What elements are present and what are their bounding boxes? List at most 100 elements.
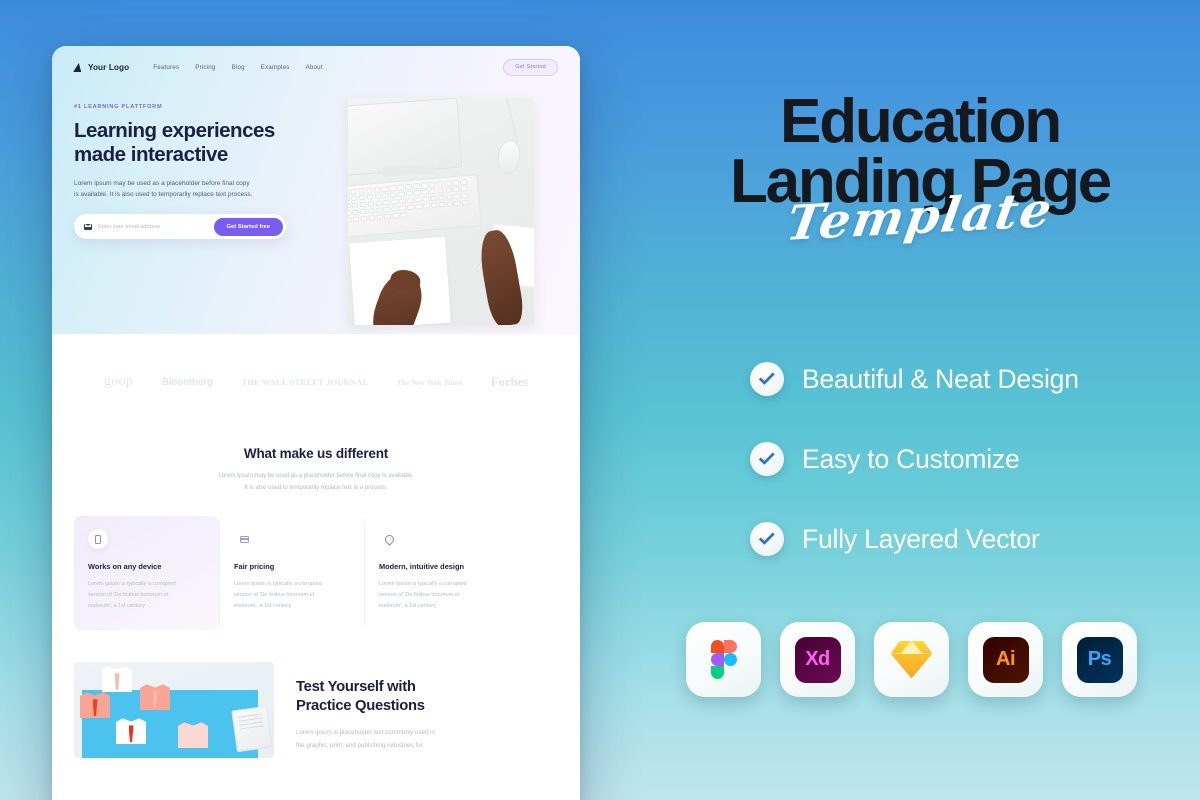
hero-heading-line1: Learning experiences bbox=[74, 119, 275, 142]
feature-card-device[interactable]: Works on any device Lorem ipsum is typic… bbox=[74, 516, 219, 631]
hero-paragraph-line2: is available. It is also used to tempora… bbox=[74, 190, 253, 198]
feature-card-desc: Lorem ipsum is typically a corrupted ver… bbox=[88, 579, 205, 612]
paper-shirt-shape bbox=[102, 666, 132, 693]
practice-paragraph-line2: the graphic, print, and publishing indus… bbox=[296, 742, 423, 750]
features-section: What make us different Lorem ipsum may b… bbox=[52, 430, 580, 631]
practice-photo bbox=[74, 662, 274, 759]
practice-paragraph-line1: Lorem ipsum is placeholder text commonly… bbox=[296, 729, 435, 737]
paper-shirt-shape bbox=[80, 692, 110, 719]
brand-logo[interactable]: Your Logo bbox=[74, 63, 129, 72]
promo-feature-item: Easy to Customize bbox=[750, 442, 1200, 476]
paper-shirt-shape bbox=[178, 722, 208, 749]
adobe-xd-glyph: Xd bbox=[794, 636, 841, 683]
practice-heading-line1: Test Yourself with bbox=[296, 679, 416, 696]
hero-paragraph-line1: Lorem ipsum may be used as a placeholder… bbox=[74, 179, 250, 187]
brand-logo-goop: goop bbox=[104, 374, 134, 389]
feature-card-desc: Lorem ipsum is typically a corrupted ver… bbox=[379, 579, 495, 612]
practice-heading: Test Yourself with Practice Questions bbox=[296, 678, 496, 715]
nav-link-about[interactable]: About bbox=[306, 64, 323, 71]
practice-paragraph: Lorem ipsum is placeholder text commonly… bbox=[296, 727, 496, 752]
adobe-xd-icon[interactable]: Xd bbox=[780, 622, 855, 697]
hero-content: #1 LEARNING PLATTFORM Learning experienc… bbox=[52, 88, 580, 325]
credit-card-icon bbox=[234, 529, 254, 549]
check-circle-icon bbox=[750, 522, 784, 556]
brand-logo-forbes: Forbes bbox=[490, 374, 528, 389]
feature-card-title: Fair pricing bbox=[234, 562, 275, 572]
check-circle-icon bbox=[750, 442, 784, 476]
mockup-navbar: Your Logo Features Pricing Blog Examples… bbox=[52, 46, 580, 88]
brand-logo-wsj: THE WALL STREET JOURNAL bbox=[241, 377, 369, 387]
monitor-shape bbox=[348, 98, 463, 177]
promo-feature-item: Fully Layered Vector bbox=[750, 522, 1200, 556]
illustrator-glyph: Ai bbox=[982, 636, 1029, 683]
desc-line-1: Lorem ipsum is typically a corrupted bbox=[379, 581, 467, 588]
pen-nib-icon bbox=[379, 529, 399, 549]
feature-card-title: Works on any device bbox=[88, 562, 162, 572]
promo-feature-label: Easy to Customize bbox=[802, 443, 1020, 474]
notebook-shape bbox=[231, 706, 273, 753]
keyboard-shape bbox=[348, 173, 482, 239]
nav-link-examples[interactable]: Examples bbox=[261, 64, 290, 71]
promo-feature-list: Beautiful & Neat Design Easy to Customiz… bbox=[750, 362, 1200, 602]
landing-page-mockup: Your Logo Features Pricing Blog Examples… bbox=[52, 46, 580, 800]
desc-line-1: Lorem ipsum is typically a corrupted bbox=[88, 581, 176, 588]
promo-title-line1: Education bbox=[780, 87, 1062, 156]
feature-card-design[interactable]: Modern, intuitive design Lorem ipsum is … bbox=[364, 516, 509, 631]
features-subtitle: Lorem ipsum may be used as a placeholder… bbox=[74, 471, 558, 494]
desc-line-2: version of 'De finibus bonorum et bbox=[88, 592, 169, 599]
practice-section: Test Yourself with Practice Questions Lo… bbox=[52, 662, 580, 759]
hero-heading: Learning experiences made interactive bbox=[74, 119, 342, 167]
nav-link-pricing[interactable]: Pricing bbox=[195, 64, 215, 71]
brand-logos-row: goop Bloomberg THE WALL STREET JOURNAL T… bbox=[52, 334, 580, 430]
paper-shirt-shape bbox=[116, 718, 146, 745]
hero-heading-line2: made interactive bbox=[74, 142, 228, 166]
hero-band: Your Logo Features Pricing Blog Examples… bbox=[52, 46, 580, 334]
logo-text: Your Logo bbox=[88, 62, 130, 72]
desc-line-3: malorum', a 1st century bbox=[234, 603, 291, 610]
get-started-free-button[interactable]: Get Started free bbox=[213, 217, 283, 236]
promo-title: Education Landing Page Template bbox=[640, 87, 1200, 252]
practice-heading-line2: Practice Questions bbox=[296, 697, 425, 714]
check-circle-icon bbox=[750, 362, 784, 396]
practice-text-column: Test Yourself with Practice Questions Lo… bbox=[296, 662, 496, 758]
brand-logo-nyt: The New York Times bbox=[396, 377, 463, 387]
hero-photo bbox=[348, 98, 534, 325]
hero-paragraph: Lorem ipsum may be used as a placeholder… bbox=[74, 178, 342, 201]
photoshop-glyph: Ps bbox=[1076, 636, 1123, 683]
illustrator-icon[interactable]: Ai bbox=[968, 622, 1043, 697]
hero-text-column: #1 LEARNING PLATTFORM Learning experienc… bbox=[74, 88, 342, 325]
desc-line-1: Lorem ipsum is typically a corrupted bbox=[234, 581, 322, 588]
desc-line-3: malorum', a 1st century bbox=[379, 603, 436, 610]
feature-card-desc: Lorem ipsum is typically a corrupted ver… bbox=[234, 579, 350, 612]
nav-link-features[interactable]: Features bbox=[153, 64, 179, 71]
nav-get-started-button[interactable]: Get Started bbox=[503, 58, 558, 76]
feature-card-title: Modern, intuitive design bbox=[379, 562, 464, 572]
email-signup-form: Enter your email address Get Started fre… bbox=[74, 214, 286, 240]
mouse-shape bbox=[495, 138, 523, 176]
desc-line-2: version of 'De finibus bonorum et bbox=[379, 592, 460, 599]
brand-logo-bloomberg: Bloomberg bbox=[161, 376, 213, 388]
paper-shirt-shape bbox=[140, 684, 170, 711]
photoshop-icon[interactable]: Ps bbox=[1062, 622, 1137, 697]
mobile-device-icon bbox=[88, 529, 108, 550]
promo-panel: Education Landing Page Template Beautifu… bbox=[640, 0, 1200, 800]
promo-feature-label: Fully Layered Vector bbox=[802, 523, 1040, 554]
logo-mark-icon bbox=[74, 63, 83, 72]
sketch-icon[interactable] bbox=[874, 622, 949, 697]
promo-feature-item: Beautiful & Neat Design bbox=[750, 362, 1200, 396]
features-title: What make us different bbox=[243, 446, 389, 461]
figma-icon[interactable] bbox=[686, 622, 761, 697]
promo-feature-label: Beautiful & Neat Design bbox=[802, 363, 1079, 394]
hero-eyebrow: #1 LEARNING PLATTFORM bbox=[74, 104, 163, 110]
email-input[interactable]: Enter your email address bbox=[98, 224, 214, 230]
mouse-cord-shape bbox=[504, 98, 518, 144]
feature-cards: Works on any device Lorem ipsum is typic… bbox=[74, 516, 558, 631]
features-subtitle-line2: It is also used to temporarily replace t… bbox=[244, 484, 388, 491]
supported-tools-row: Xd Ai Ps bbox=[686, 622, 1137, 697]
nav-link-blog[interactable]: Blog bbox=[232, 64, 245, 71]
envelope-icon bbox=[84, 223, 92, 230]
nav-links: Features Pricing Blog Examples About bbox=[153, 64, 323, 71]
feature-card-pricing[interactable]: Fair pricing Lorem ipsum is typically a … bbox=[219, 516, 364, 631]
desc-line-3: malorum', a 1st century bbox=[88, 603, 145, 610]
desc-line-2: version of 'De finibus bonorum et bbox=[234, 592, 315, 599]
